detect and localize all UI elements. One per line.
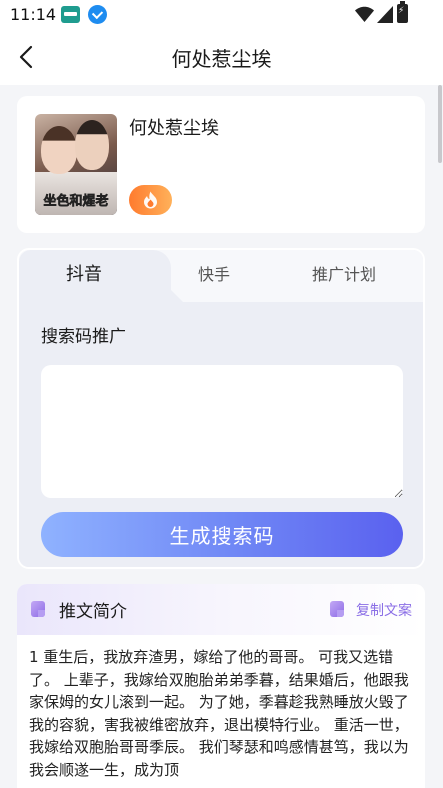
wifi-icon [355,6,374,22]
cell-signal-icon [377,6,393,23]
generate-code-button[interactable]: 生成搜索码 [41,512,403,557]
book-card: 坐色和煋老 何处惹尘埃 [17,96,425,233]
search-code-input[interactable] [41,365,403,498]
scrollbar[interactable] [438,85,442,163]
book-title: 何处惹尘埃 [129,118,219,139]
tab-kuaishou[interactable]: 快手 [159,250,269,302]
status-time: 11:14 [10,5,57,24]
app-mascot-icon [61,6,80,23]
intro-header: 推文简介 复制文案 [17,584,425,635]
tab-douyin[interactable]: 抖音 [19,250,149,302]
tab-strip: 抖音 快手 推广计划 [19,250,423,304]
document-icon [31,601,45,617]
download-icon [88,5,107,24]
promo-card: 抖音 快手 推广计划 搜索码推广 生成搜索码 [17,248,425,569]
promo-body: 搜索码推广 生成搜索码 [19,302,423,567]
book-cover-image: 坐色和煋老 [35,114,117,215]
intro-text: 1 重生后，我放弃渣男，嫁给了他的哥哥。 可我又选错了。 上辈子，我嫁给双胞胎弟… [29,648,409,779]
status-bar: 11:14 [0,0,443,30]
intro-card: 推文简介 复制文案 1 重生后，我放弃渣男，嫁给了他的哥哥。 可我又选错了。 上… [17,584,425,788]
flame-icon [144,191,157,209]
tab-promo-plan[interactable]: 推广计划 [289,250,399,302]
section-label: 搜索码推广 [41,327,126,347]
heat-badge [129,185,172,215]
cover-title-text: 坐色和煋老 [43,194,109,210]
intro-title: 推文简介 [59,602,127,622]
nav-bar: 何处惹尘埃 [0,30,443,85]
battery-charging-icon [397,1,408,23]
page-title: 何处惹尘埃 [171,47,272,71]
copy-icon[interactable] [330,601,344,617]
copy-text-button[interactable]: 复制文案 [356,600,412,620]
